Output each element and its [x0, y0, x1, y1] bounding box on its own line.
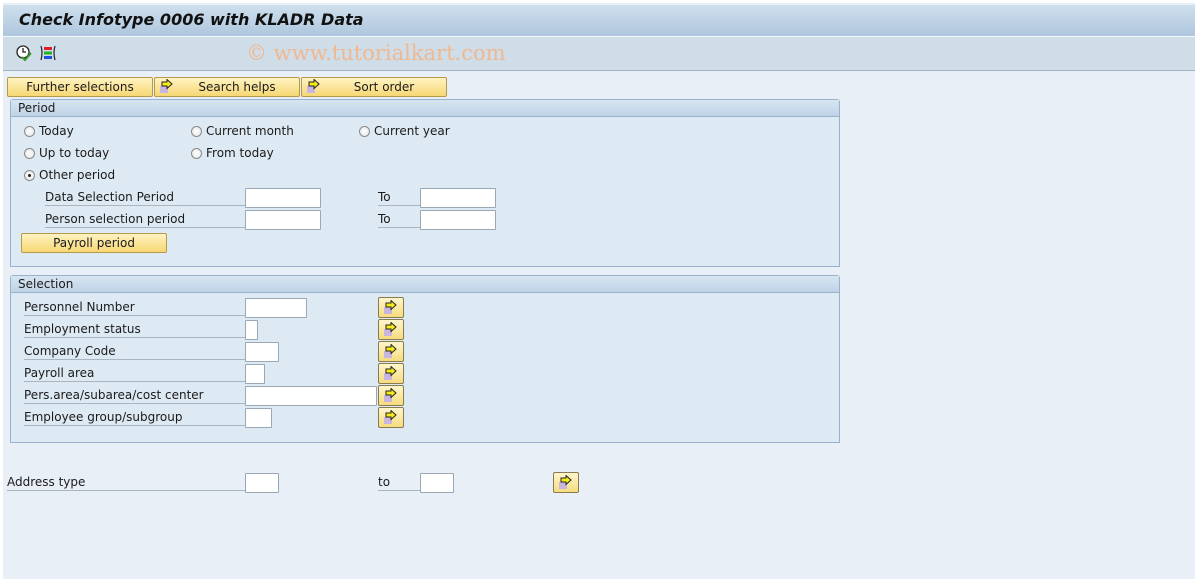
- period-group: Period Today Current month Current year …: [10, 99, 840, 267]
- employee-group-multiple-selection-button[interactable]: [378, 407, 404, 428]
- selection-group-title: Selection: [11, 276, 839, 293]
- period-group-title: Period: [11, 100, 839, 117]
- payroll-area-label: Payroll area: [24, 364, 246, 382]
- employee-group-label: Employee group/subgroup: [24, 408, 246, 426]
- arrow-right-icon: [384, 322, 397, 336]
- data-selection-period-label: Data Selection Period: [45, 188, 245, 206]
- arrow-right-icon: [384, 344, 397, 358]
- person-selection-to-input[interactable]: [420, 210, 496, 230]
- employee-group-input[interactable]: [245, 408, 272, 428]
- employment-status-label: Employment status: [24, 320, 246, 338]
- radio-circle[interactable]: [191, 148, 202, 159]
- application-toolbar: © www.tutorialkart.com: [3, 37, 1195, 71]
- radio-circle[interactable]: [191, 126, 202, 137]
- arrow-right-icon: [384, 366, 397, 380]
- watermark: © www.tutorialkart.com: [246, 41, 506, 65]
- payroll-period-button[interactable]: Payroll period: [21, 233, 167, 253]
- radio-circle-selected[interactable]: [24, 170, 35, 181]
- search-helps-button[interactable]: Search helps: [154, 77, 300, 97]
- company-code-multiple-selection-button[interactable]: [378, 341, 404, 362]
- radio-circle[interactable]: [359, 126, 370, 137]
- company-code-input[interactable]: [245, 342, 279, 362]
- arrow-right-icon: [384, 388, 397, 402]
- person-selection-to-label: To: [378, 210, 420, 228]
- arrow-right-icon: [559, 475, 572, 489]
- employment-status-multiple-selection-button[interactable]: [378, 319, 404, 340]
- address-type-multiple-selection-button[interactable]: [553, 472, 579, 493]
- payroll-area-input[interactable]: [245, 364, 265, 384]
- company-code-label: Company Code: [24, 342, 246, 360]
- further-selections-button[interactable]: Further selections: [7, 77, 153, 97]
- personnel-number-input[interactable]: [245, 298, 307, 318]
- execute-clock-icon[interactable]: [15, 44, 33, 62]
- data-selection-to-label: To: [378, 188, 420, 206]
- payroll-area-multiple-selection-button[interactable]: [378, 363, 404, 384]
- address-type-label: Address type: [7, 473, 245, 491]
- pers-area-multiple-selection-button[interactable]: [378, 385, 404, 406]
- address-type-to-label: to: [378, 473, 420, 491]
- personnel-number-label: Personnel Number: [24, 298, 246, 316]
- pers-area-input[interactable]: [245, 386, 377, 406]
- address-type-to-input[interactable]: [420, 473, 454, 493]
- selection-variant-icon[interactable]: [39, 44, 57, 62]
- person-selection-period-label: Person selection period: [45, 210, 245, 228]
- person-selection-from-input[interactable]: [245, 210, 321, 230]
- page-title: Check Infotype 0006 with KLADR Data: [19, 10, 364, 29]
- sort-order-button[interactable]: Sort order: [301, 77, 447, 97]
- arrow-right-icon: [306, 78, 322, 97]
- arrow-right-icon: [384, 300, 397, 314]
- data-selection-to-input[interactable]: [420, 188, 496, 208]
- radio-circle[interactable]: [24, 148, 35, 159]
- pers-area-label: Pers.area/subarea/cost center: [24, 386, 246, 404]
- employment-status-input[interactable]: [245, 320, 258, 340]
- sap-window: Check Infotype 0006 with KLADR Data © ww…: [3, 3, 1195, 579]
- radio-circle[interactable]: [24, 126, 35, 137]
- selection-group: Selection Personnel Number Employment st…: [10, 275, 840, 443]
- address-type-from-input[interactable]: [245, 473, 279, 493]
- arrow-right-icon: [159, 78, 175, 97]
- arrow-right-icon: [384, 410, 397, 424]
- data-selection-from-input[interactable]: [245, 188, 321, 208]
- personnel-number-multiple-selection-button[interactable]: [378, 297, 404, 318]
- title-bar: Check Infotype 0006 with KLADR Data: [3, 5, 1195, 37]
